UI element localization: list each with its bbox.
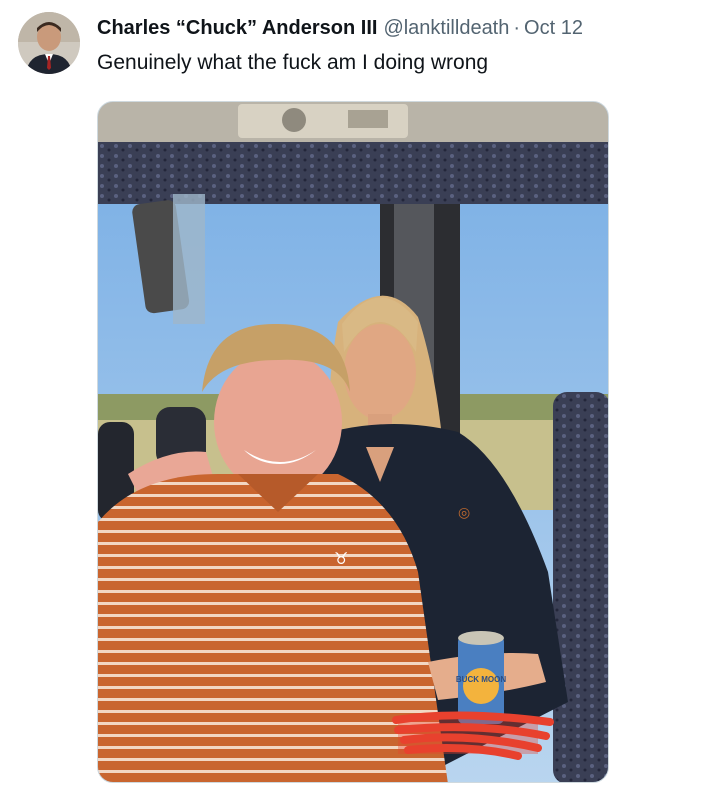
longhorn-logo-icon: ♉: [334, 549, 348, 568]
avatar[interactable]: [18, 12, 80, 74]
display-name[interactable]: Charles “Chuck” Anderson III: [97, 17, 377, 39]
photo-illustration: ◎ ♉ BUCK MOON: [98, 102, 608, 782]
user-handle[interactable]: @lanktilldeath: [383, 17, 509, 39]
can-label: BUCK MOON: [456, 675, 506, 684]
separator-dot: ·: [513, 17, 521, 39]
tweet-card[interactable]: Charles “Chuck” Anderson III @lanktilldea…: [0, 0, 716, 795]
avatar-photo: [18, 12, 80, 74]
tweet-photo[interactable]: ◎ ♉ BUCK MOON: [97, 101, 609, 783]
shirt-emblem: ◎: [458, 506, 470, 521]
tweet-date[interactable]: Oct 12: [524, 17, 583, 39]
tweet-header: Charles “Chuck” Anderson III @lanktilldea…: [97, 14, 708, 42]
tweet-text: Genuinely what the fuck am I doing wrong: [97, 51, 489, 74]
